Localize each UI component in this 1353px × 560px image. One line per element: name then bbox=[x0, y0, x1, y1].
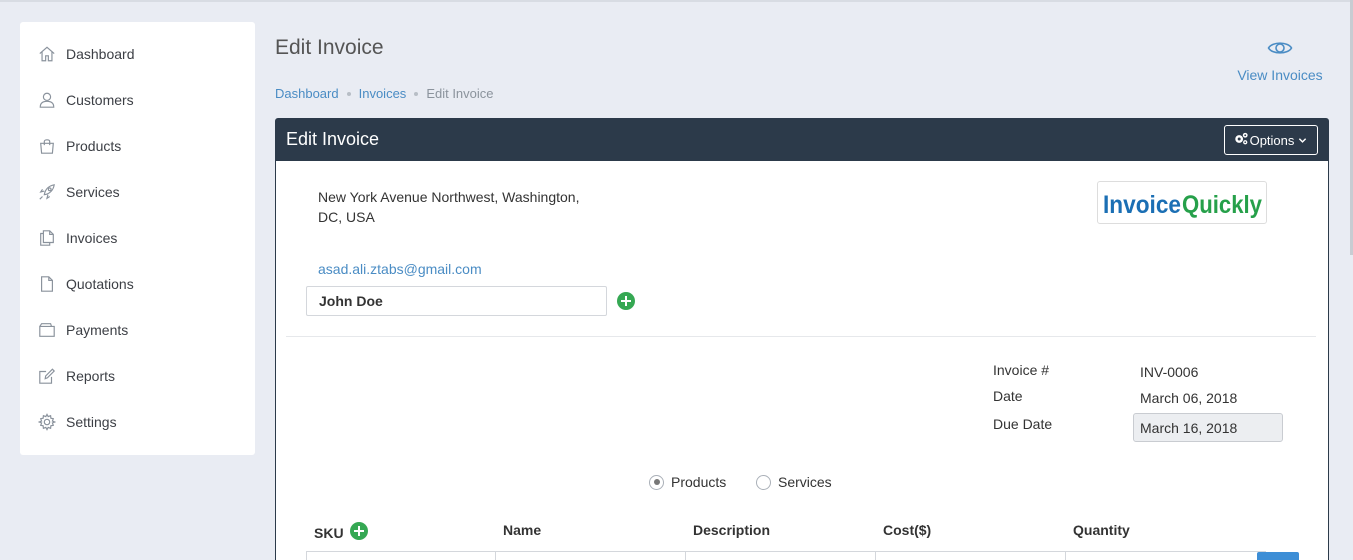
sidebar-item-payments[interactable]: Payments bbox=[20, 310, 255, 350]
user-icon bbox=[38, 91, 56, 109]
customer-select[interactable] bbox=[306, 286, 607, 316]
breadcrumb: Dashboard Invoices Edit Invoice bbox=[275, 86, 494, 101]
date-value: March 06, 2018 bbox=[1140, 390, 1238, 406]
add-sku-icon[interactable] bbox=[350, 522, 368, 540]
sidebar-item-label: Payments bbox=[66, 322, 129, 338]
sidebar-item-label: Settings bbox=[66, 414, 117, 430]
row-action-button[interactable] bbox=[1257, 552, 1299, 560]
breadcrumb-invoices[interactable]: Invoices bbox=[359, 86, 407, 101]
address-line-1: New York Avenue Northwest, Washington, bbox=[318, 189, 580, 205]
file-icon bbox=[38, 275, 56, 293]
sidebar: Dashboard Customers Products Services In… bbox=[20, 22, 255, 455]
rocket-icon bbox=[38, 183, 56, 201]
page-title: Edit Invoice bbox=[275, 36, 384, 59]
cell-border bbox=[306, 551, 307, 560]
cell-border bbox=[495, 551, 496, 560]
sidebar-item-label: Dashboard bbox=[66, 46, 135, 62]
sidebar-item-products[interactable]: Products bbox=[20, 126, 255, 166]
sidebar-item-invoices[interactable]: Invoices bbox=[20, 218, 255, 258]
breadcrumb-current: Edit Invoice bbox=[426, 86, 494, 101]
sidebar-item-label: Invoices bbox=[66, 230, 118, 246]
eye-icon bbox=[1267, 42, 1293, 62]
cell-border bbox=[1065, 551, 1066, 560]
options-button[interactable]: Options bbox=[1224, 125, 1318, 155]
due-date-input[interactable] bbox=[1133, 413, 1283, 442]
company-address: New York Avenue Northwest, Washington, D… bbox=[318, 187, 618, 227]
cell-border bbox=[875, 551, 876, 560]
add-customer-icon[interactable] bbox=[617, 292, 635, 310]
gears-icon bbox=[1234, 132, 1250, 148]
radio-products-label: Products bbox=[671, 474, 727, 490]
options-label: Options bbox=[1249, 132, 1295, 148]
gear-icon bbox=[38, 413, 56, 431]
company-email-link[interactable]: asad.ali.ztabs@gmail.com bbox=[318, 261, 482, 277]
cell-border bbox=[685, 551, 686, 560]
sidebar-item-settings[interactable]: Settings bbox=[20, 402, 255, 442]
radio-services-label: Services bbox=[778, 474, 832, 490]
sidebar-item-label: Quotations bbox=[66, 276, 134, 292]
date-label: Date bbox=[993, 388, 1023, 404]
shopping-bag-icon bbox=[38, 137, 56, 155]
table-row bbox=[306, 551, 1266, 560]
radio-services-circle[interactable] bbox=[756, 474, 771, 490]
breadcrumb-separator bbox=[414, 91, 419, 96]
sidebar-item-label: Products bbox=[66, 138, 122, 154]
sidebar-item-services[interactable]: Services bbox=[20, 172, 255, 212]
invoice-number-value: INV-0006 bbox=[1140, 364, 1199, 380]
sidebar-item-dashboard[interactable]: Dashboard bbox=[20, 34, 255, 74]
sidebar-item-label: Reports bbox=[66, 368, 116, 384]
panel-title: Edit Invoice bbox=[286, 129, 380, 149]
column-header-name: Name bbox=[503, 522, 542, 538]
breadcrumb-separator bbox=[346, 91, 351, 96]
radio-products[interactable]: Products bbox=[649, 474, 726, 490]
radio-services[interactable]: Services bbox=[756, 474, 832, 490]
sidebar-item-reports[interactable]: Reports bbox=[20, 356, 255, 396]
sidebar-item-label: Services bbox=[66, 184, 120, 200]
section-divider bbox=[286, 336, 1316, 337]
sidebar-item-quotations[interactable]: Quotations bbox=[20, 264, 255, 304]
company-logo: Invoice Quickly bbox=[1097, 181, 1267, 224]
column-header-cost: Cost($) bbox=[883, 522, 932, 538]
svg-text:Invoice: Invoice bbox=[1103, 191, 1181, 219]
column-header-description: Description bbox=[693, 522, 771, 538]
due-date-label: Due Date bbox=[993, 416, 1053, 432]
radio-products-circle[interactable] bbox=[649, 474, 664, 490]
chevron-down-icon bbox=[1294, 133, 1308, 148]
edit-invoice-panel: Edit Invoice Options New York Avenue Nor… bbox=[275, 118, 1329, 560]
documents-icon bbox=[38, 229, 56, 247]
top-border bbox=[0, 0, 1353, 2]
home-icon bbox=[38, 45, 56, 63]
view-invoices-button[interactable]: View Invoices bbox=[1230, 38, 1330, 83]
edit-icon bbox=[38, 367, 56, 385]
column-header-quantity: Quantity bbox=[1073, 522, 1130, 538]
wallet-icon bbox=[38, 321, 56, 339]
sidebar-item-customers[interactable]: Customers bbox=[20, 80, 255, 120]
sidebar-item-label: Customers bbox=[66, 92, 134, 108]
svg-text:Quickly: Quickly bbox=[1182, 191, 1262, 219]
breadcrumb-dashboard[interactable]: Dashboard bbox=[275, 86, 339, 101]
column-header-sku: SKU bbox=[314, 525, 344, 541]
invoicequickly-logo: Invoice Quickly bbox=[1103, 191, 1262, 219]
address-line-2: DC, USA bbox=[318, 209, 375, 225]
panel-header: Edit Invoice Options bbox=[276, 119, 1328, 161]
invoice-number-label: Invoice # bbox=[993, 362, 1050, 378]
view-invoices-label: View Invoices bbox=[1237, 67, 1323, 83]
